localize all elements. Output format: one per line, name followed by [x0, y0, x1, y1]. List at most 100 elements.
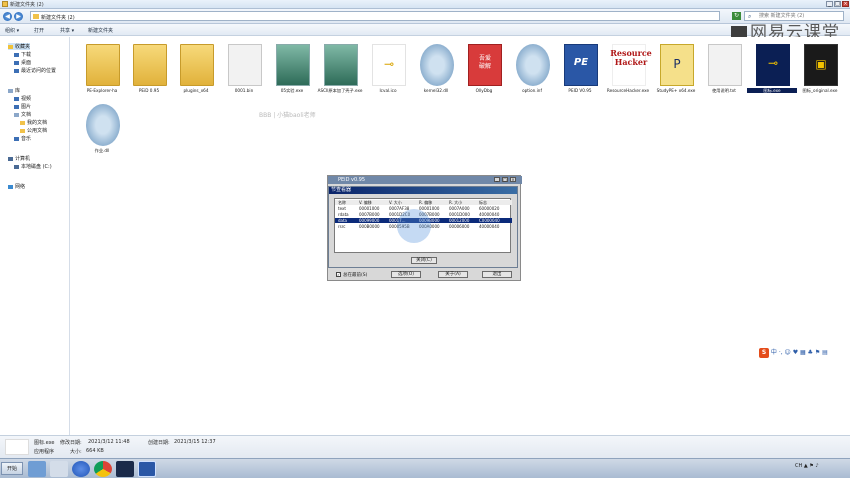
minimize-button[interactable]: _: [826, 1, 833, 7]
file-item[interactable]: PE PEID V0.95: [555, 41, 605, 101]
key-icon: [5, 439, 29, 455]
folder-icon: [20, 128, 25, 133]
section-table: 名称 V. 偏移 V. 大小 R. 偏移 R. 大小 标志 text 00001…: [334, 198, 512, 253]
explorer-taskbar-icon[interactable]: [28, 461, 46, 477]
sogou-browser-taskbar-icon[interactable]: [72, 461, 90, 477]
back-button[interactable]: ◀: [3, 12, 12, 21]
nav-libraries[interactable]: 库: [8, 87, 20, 94]
file-item[interactable]: Resource Hacker ResourceHacker.exe: [603, 41, 653, 101]
file-item[interactable]: option.inf: [507, 41, 557, 101]
folder-icon: [33, 14, 39, 19]
nav-music[interactable]: 音乐: [14, 135, 31, 142]
organize-menu[interactable]: 组织 ▾: [5, 27, 19, 34]
nav-network[interactable]: 网络: [8, 183, 25, 190]
start-button[interactable]: 开始: [1, 462, 23, 475]
recent-icon: [14, 68, 19, 73]
input-language[interactable]: CH: [795, 463, 802, 469]
peid-minimize-button[interactable]: _: [494, 177, 500, 182]
file-item[interactable]: plugins_x64: [171, 41, 221, 101]
file-item[interactable]: kernel32.dll: [411, 41, 461, 101]
disk-icon: [14, 164, 19, 169]
open-button[interactable]: 打开: [34, 27, 44, 34]
address-bar-region: ◀ ▶ 新建文件夹 (2) ↻ ⌕: [0, 9, 850, 24]
always-on-top-checkbox[interactable]: ✓: [336, 272, 341, 277]
forward-button[interactable]: ▶: [14, 12, 23, 21]
nav-local-disk[interactable]: 本地磁盘 (C:): [14, 163, 52, 170]
exit-button[interactable]: 退出: [482, 271, 512, 278]
nav-recent[interactable]: 最近访问的位置: [14, 67, 56, 74]
section-viewer-title: 节查看器: [329, 187, 517, 194]
folder-icon: [2, 1, 8, 7]
studype-icon: P: [660, 44, 694, 86]
file-item[interactable]: P StudyPE+ x64.exe: [651, 41, 701, 101]
file-item[interactable]: PEiD 0.95: [124, 41, 174, 101]
details-pane: 图标.exe 修改日期: 2021/3/12 11:48 创建日期: 2021/…: [0, 435, 850, 458]
folder-icon: [20, 120, 25, 125]
peid-window: PEiD v0.95 _ □ × 节查看器 名称 V. 偏移 V. 大小 R. …: [327, 175, 522, 281]
library-icon: [8, 88, 13, 93]
file-item[interactable]: 0001.bin: [219, 41, 269, 101]
details-size-label: 大小:: [70, 449, 82, 455]
window-title: 新建文件夹 (2): [10, 2, 44, 8]
file-item[interactable]: ▣ 图标_original.exe: [795, 41, 845, 101]
breadcrumb[interactable]: 新建文件夹 (2): [41, 14, 75, 21]
share-menu[interactable]: 共享 ▾: [60, 27, 74, 34]
file-item[interactable]: PE-Explorer-ha: [77, 41, 127, 101]
nav-favorites[interactable]: 收藏夹: [8, 43, 31, 50]
section-close-button[interactable]: 关闭(C): [411, 257, 437, 264]
file-item[interactable]: 05实验.exe: [267, 41, 317, 101]
exe-thumbnail-icon: [324, 44, 358, 86]
peid-icon: PE: [564, 44, 598, 86]
resource-hacker-icon: Resource Hacker: [610, 44, 652, 86]
ime-toolbar[interactable]: S 中 ·, ☺ ♥ ▦ ♣ ⚑ ▤: [759, 347, 849, 359]
system-tray[interactable]: CH ▲ ⚑ ♪: [795, 463, 847, 475]
nav-computer[interactable]: 计算机: [8, 155, 30, 162]
peid-close-button[interactable]: ×: [510, 177, 516, 182]
star-icon: [8, 44, 13, 49]
network-icon: [8, 184, 13, 189]
chrome-taskbar-icon[interactable]: [94, 461, 112, 477]
ollydbg-icon: 吾爱 破解: [468, 44, 502, 86]
nav-downloads[interactable]: 下载: [14, 51, 31, 58]
media-player-taskbar-icon[interactable]: [50, 461, 68, 477]
cursor-highlight: [397, 209, 431, 243]
peid-maximize-button[interactable]: □: [502, 177, 508, 182]
ime-status: 中 ·, ☺ ♥ ▦ ♣ ⚑ ▤: [770, 349, 828, 356]
address-box[interactable]: 新建文件夹 (2): [30, 11, 720, 21]
table-header: 名称 V. 偏移 V. 大小 R. 偏移 R. 大小 标志: [335, 200, 512, 205]
navigation-pane: 收藏夹 下载 桌面 最近访问的位置 库 视频 图片 文档 我的文档 公用文档 音…: [0, 37, 70, 435]
file-item[interactable]: ASCII原本加了壳子.exe: [315, 41, 365, 101]
peid-titlebar: PEiD v0.95 _ □ ×: [328, 176, 522, 184]
maximize-button[interactable]: □: [834, 1, 841, 7]
exe-thumbnail-icon: [276, 44, 310, 86]
video-icon: [14, 96, 19, 101]
file-item[interactable]: 作业.dll: [77, 101, 127, 161]
peid-title: PEiD v0.95: [338, 177, 366, 183]
file-item[interactable]: 吾爱 破解 OllyDbg: [459, 41, 509, 101]
details-filename: 图标.exe: [34, 440, 55, 446]
picture-icon: [14, 104, 19, 109]
nav-videos[interactable]: 视频: [14, 95, 31, 102]
key-icon: ⊸: [372, 44, 406, 86]
nav-my-documents[interactable]: 我的文档: [20, 119, 47, 126]
file-item[interactable]: 使用说明.txt: [699, 41, 749, 101]
details-modified-value: 2021/3/12 11:48: [88, 439, 130, 445]
studype-taskbar-icon[interactable]: [116, 461, 134, 477]
new-folder-button[interactable]: 新建文件夹: [88, 27, 113, 34]
nav-documents[interactable]: 文档: [14, 111, 31, 118]
file-item-selected[interactable]: ⊸ 图标.exe: [747, 41, 797, 101]
nav-pictures[interactable]: 图片: [14, 103, 31, 110]
options-button[interactable]: 选项(O): [391, 271, 421, 278]
file-item[interactable]: ⊸ Icval.ico: [363, 41, 413, 101]
table-row[interactable]: text 00001000 0007AF38 00001000 0007A000…: [335, 206, 512, 211]
gear-icon: [420, 44, 454, 86]
close-button[interactable]: ×: [842, 1, 849, 7]
nav-public-documents[interactable]: 公用文档: [20, 127, 47, 134]
overlay-caption: BBB | 小猫baoli老师: [259, 112, 316, 119]
details-size-value: 664 KB: [86, 448, 104, 454]
about-button[interactable]: 关于(A): [438, 271, 468, 278]
details-type: 应用程序: [34, 449, 55, 455]
peid-taskbar-icon[interactable]: [138, 461, 156, 477]
desktop-icon: [14, 60, 19, 65]
nav-desktop[interactable]: 桌面: [14, 59, 31, 66]
